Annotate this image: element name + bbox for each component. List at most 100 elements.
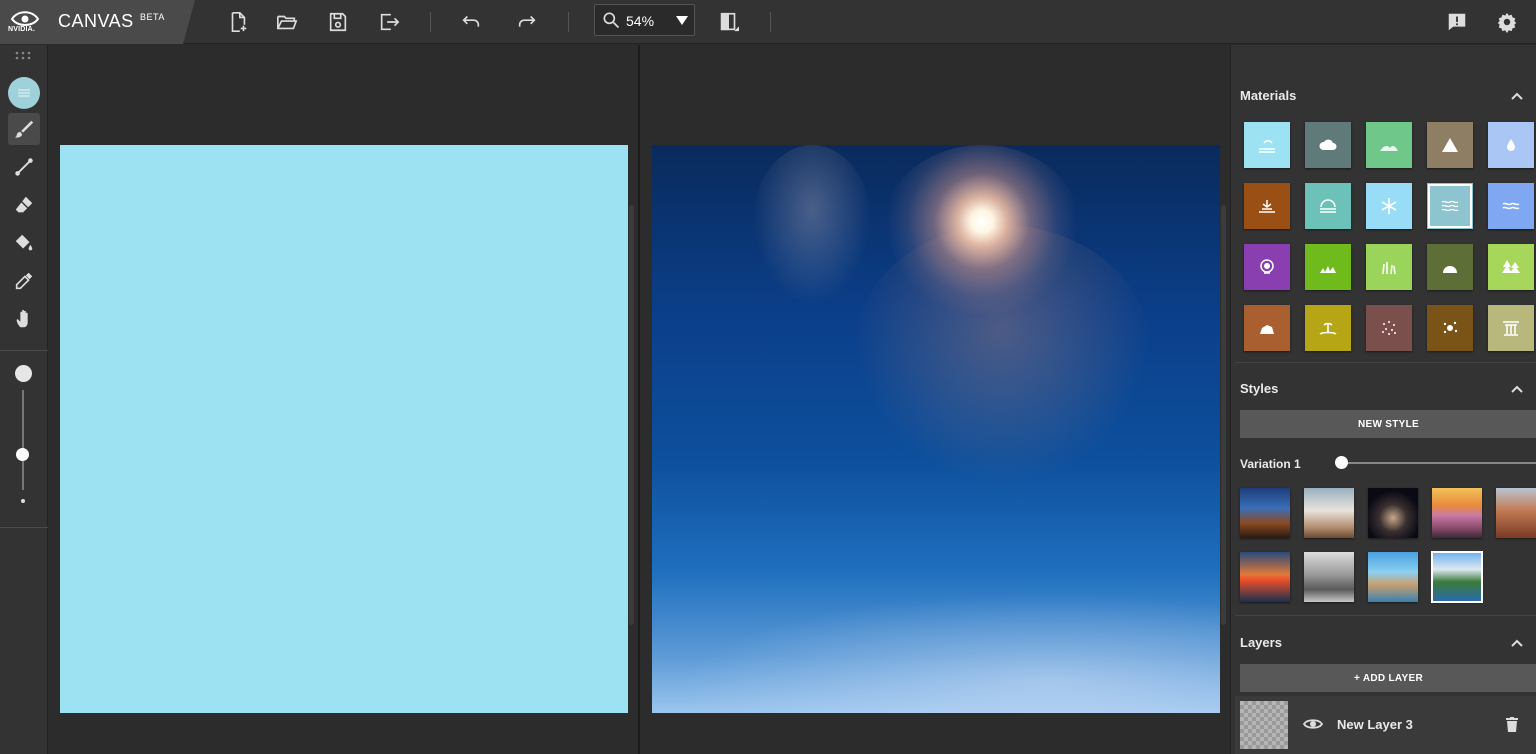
cloud-haze [752,145,872,305]
style-thumbnail[interactable] [1368,488,1418,538]
rock-icon [1260,325,1274,334]
settings-icon [1497,12,1517,33]
mountain-material[interactable] [1427,122,1473,168]
layers-title: Layers [1240,635,1282,650]
new-file-icon [231,12,247,32]
river-material[interactable] [1488,183,1534,229]
layer-thumbnail [1240,701,1288,749]
cloud-material[interactable] [1305,122,1351,168]
fog-icon [1320,199,1336,213]
settings-button[interactable] [1492,7,1522,37]
fog-material[interactable] [1305,183,1351,229]
top-toolbar: NVIDIA. CANVAS BETA 54% [0,0,1536,44]
dirt-material[interactable] [1244,183,1290,229]
sea-icon [1441,200,1459,212]
grass-material[interactable] [1305,244,1351,290]
eyedropper-icon [15,272,33,290]
style-thumbnail[interactable] [1496,488,1536,538]
river-icon [1502,202,1520,210]
redo-icon [518,15,536,27]
style-thumbnail[interactable] [1304,552,1354,602]
add-layer-button[interactable]: + ADD LAYER [1240,664,1536,692]
save-button[interactable] [323,7,353,37]
style-thumbnail[interactable] [1432,488,1482,538]
segmentation-canvas[interactable] [60,145,628,713]
style-thumbnail[interactable] [1304,488,1354,538]
eyedropper-tool[interactable] [8,265,40,297]
water-icon [1507,139,1515,151]
brush-tool[interactable] [8,113,40,145]
building-material[interactable] [1488,305,1534,351]
variation-slider[interactable] [1341,462,1536,464]
zoom-select[interactable]: 54% [594,4,695,36]
rock-material[interactable] [1244,305,1290,351]
low-clouds [652,585,1220,713]
paint-bucket-tool[interactable] [8,227,40,259]
scrollbar[interactable] [629,205,634,625]
sky-material[interactable] [1244,122,1290,168]
sand-icon [1319,322,1337,335]
open-button[interactable] [272,7,302,37]
water-material[interactable] [1488,122,1534,168]
pan-tool[interactable] [8,303,40,335]
open-folder-icon [277,15,298,30]
eye-icon[interactable] [1303,716,1323,732]
sand-material[interactable] [1305,305,1351,351]
flower-icon [1260,259,1274,274]
layer-row[interactable]: New Layer 3 [1235,696,1536,754]
tall-grass-material[interactable] [1366,244,1412,290]
sky-icon [1259,140,1275,153]
brand-area: NVIDIA. CANVAS BETA [0,0,195,44]
hill-material[interactable] [1366,122,1412,168]
undo-button[interactable] [456,7,486,37]
sun [882,145,1082,315]
tree-material[interactable] [1488,244,1534,290]
materials-title: Materials [1240,88,1297,103]
new-style-button[interactable]: NEW STYLE [1240,410,1536,438]
app-title: CANVAS [58,11,134,31]
divider [1235,615,1536,616]
layer-name: New Layer 3 [1337,717,1413,732]
bush-icon [1443,266,1457,273]
style-thumbnail[interactable] [1368,552,1418,602]
redo-button[interactable] [512,7,542,37]
style-thumbnail[interactable] [1431,551,1483,603]
chevron-up-icon[interactable] [1509,89,1525,105]
grass-icon [1320,266,1336,273]
gravel-icon [1382,321,1396,335]
brush-size-knob[interactable] [16,448,29,461]
pan-hand-icon [16,309,28,328]
feedback-button[interactable] [1442,7,1472,37]
search-icon [603,12,620,29]
snow-material[interactable] [1366,183,1412,229]
material-selector[interactable] [8,77,40,109]
bush-material[interactable] [1427,244,1473,290]
chevron-up-icon[interactable] [1509,382,1525,398]
gravel-material[interactable] [1366,305,1412,351]
style-thumbnail[interactable] [1240,488,1290,538]
divider [0,350,48,351]
flower-material[interactable] [1244,244,1290,290]
dirt-icon [1259,200,1275,213]
eraser-tool[interactable] [8,189,40,221]
style-thumbnail[interactable] [1240,552,1290,602]
brush-size-min-icon [21,499,25,503]
brand-text: NVIDIA. [8,26,36,33]
export-button[interactable] [374,7,404,37]
line-tool[interactable] [8,151,40,183]
building-icon [1503,321,1519,336]
tree-icon [1502,260,1520,273]
scrollbar[interactable] [1221,205,1226,625]
trash-icon[interactable] [1503,715,1521,733]
brush-size-slider[interactable] [22,390,24,490]
stone-material[interactable] [1427,305,1473,351]
brush-size-max-icon [15,365,32,382]
drag-grip-icon[interactable] [14,51,34,61]
chevron-up-icon[interactable] [1509,636,1525,652]
brush-icon [14,120,34,138]
variation-knob[interactable] [1335,456,1348,469]
new-file-button[interactable] [223,7,253,37]
left-toolbar [0,45,48,754]
compare-view-button[interactable] [714,7,744,37]
sea-material[interactable] [1427,183,1473,229]
